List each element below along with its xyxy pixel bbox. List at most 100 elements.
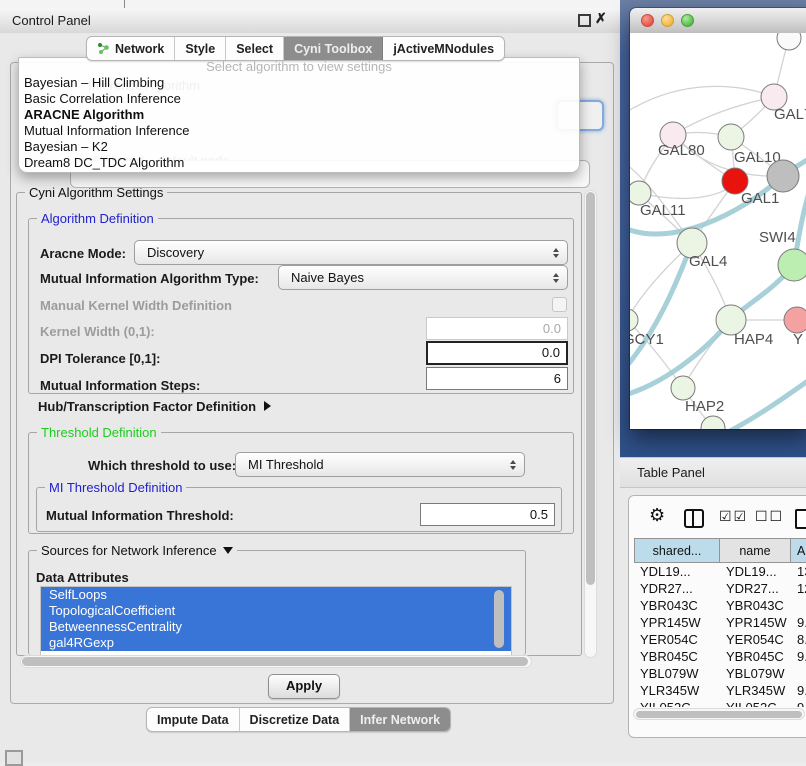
mi-type-combo[interactable]: Naive Bayes <box>278 265 568 290</box>
network-node[interactable] <box>777 33 801 50</box>
network-graph: GAL7GAL80GAL10GAL1GAL11SWI4GAL4GCY1HAP4Y… <box>630 33 806 429</box>
tab-infer-network[interactable]: Infer Network <box>350 708 450 731</box>
column-header-partial[interactable]: A <box>791 538 806 563</box>
which-threshold-combo[interactable]: MI Threshold <box>235 452 525 477</box>
sources-group-title: Sources for Network Inference <box>37 543 237 558</box>
tab-cyni-toolbox[interactable]: Cyni Toolbox <box>284 37 383 60</box>
tab-select[interactable]: Select <box>226 37 284 60</box>
restore-icon[interactable] <box>578 14 591 27</box>
table-row[interactable]: YDR27...YDR27...12 <box>634 580 806 597</box>
tab-network[interactable]: Network <box>87 37 175 60</box>
attribute-item-topologicalcoefficient[interactable]: TopologicalCoefficient <box>41 603 511 619</box>
table-row[interactable]: YPR145WYPR145W9. <box>634 614 806 631</box>
dpi-tolerance-field[interactable]: 0.0 <box>426 341 568 365</box>
kernel-width-label: Kernel Width (0,1): <box>40 324 155 339</box>
column-header-name[interactable]: name <box>720 538 791 563</box>
mac-minimize-icon[interactable] <box>661 14 674 27</box>
table-row[interactable]: YLR345WYLR345W9. <box>634 682 806 699</box>
columns-icon[interactable] <box>684 509 704 528</box>
table-cell: YER054C <box>720 631 791 648</box>
manual-kernel-checkbox[interactable] <box>552 297 567 312</box>
network-node-gal10[interactable] <box>718 124 744 150</box>
panel-tabbar: NetworkStyleSelectCyni ToolboxjActiveMNo… <box>86 36 505 61</box>
attr-list-scrollbar-thumb[interactable] <box>494 590 504 648</box>
algorithm-option-bayesian-hill-climbing[interactable]: Bayesian – Hill Climbing <box>19 75 579 91</box>
table-row[interactable]: YIL052CYIL052C9 <box>634 699 806 707</box>
gear-icon[interactable]: ⚙ <box>649 506 665 524</box>
settings-vscroll-thumb[interactable] <box>586 192 595 585</box>
network-canvas[interactable]: GAL7GAL80GAL10GAL1GAL11SWI4GAL4GCY1HAP4Y… <box>630 33 806 429</box>
column-header-shared-name[interactable]: shared... <box>634 538 720 563</box>
table-row[interactable]: YBL079WYBL079W <box>634 665 806 682</box>
table-cell: YPR145W <box>634 614 720 631</box>
table-cell: YBL079W <box>720 665 791 682</box>
network-node-label: GAL1 <box>741 190 779 207</box>
data-attributes-label: Data Attributes <box>36 570 129 585</box>
network-node-swi4[interactable] <box>778 249 806 281</box>
tab-impute-data[interactable]: Impute Data <box>147 708 240 731</box>
mi-type-value: Naive Bayes <box>291 270 364 285</box>
table-cell: YBR045C <box>634 648 720 665</box>
spinner-arrows-icon <box>553 273 559 283</box>
network-node-label: GCY1 <box>630 331 664 348</box>
network-window-titlebar[interactable] <box>630 8 806 34</box>
collapse-down-icon[interactable] <box>223 547 233 554</box>
table-cell <box>791 597 806 614</box>
network-node-label: Y <box>793 331 803 348</box>
unchecked-columns-icon[interactable]: ☐☐ <box>755 508 784 525</box>
table-cell <box>791 665 806 682</box>
hub-definition-label: Hub/Transcription Factor Definition <box>38 399 256 414</box>
table-row[interactable]: YDL19...YDL19...13 <box>634 563 806 580</box>
mi-steps-field[interactable]: 6 <box>426 367 568 390</box>
table-header: shared... name A <box>634 538 806 563</box>
table-row[interactable]: YER054CYER054C8. <box>634 631 806 648</box>
apply-button[interactable]: Apply <box>268 674 340 699</box>
table-cell: YDR27... <box>634 580 720 597</box>
table-cell: YIL052C <box>720 699 791 707</box>
checked-columns-icon[interactable]: ☑☑ <box>719 508 748 525</box>
table-cell: 9. <box>791 614 806 631</box>
attribute-item-betweennesscentrality[interactable]: BetweennessCentrality <box>41 619 511 635</box>
table-cell: 13 <box>791 563 806 580</box>
algorithm-option-mutual-information-inference[interactable]: Mutual Information Inference <box>19 123 579 139</box>
document-icon[interactable] <box>795 509 806 529</box>
table-row[interactable]: YBR043CYBR043C <box>634 597 806 614</box>
tab-jactivemnodules[interactable]: jActiveMNodules <box>383 37 504 60</box>
mac-close-icon[interactable] <box>641 14 654 27</box>
close-icon[interactable]: ✗ <box>595 10 607 27</box>
settings-hscroll-thumb[interactable] <box>22 657 528 666</box>
algorithm-option-bayesian-k2[interactable]: Bayesian – K2 <box>19 139 579 155</box>
network-node-y[interactable] <box>784 307 806 333</box>
mi-threshold-group-title: MI Threshold Definition <box>45 480 186 495</box>
table-cell: YLR345W <box>720 682 791 699</box>
network-node-gcy1[interactable] <box>630 309 638 331</box>
table-cell: YBR043C <box>634 597 720 614</box>
table-cell: YIL052C <box>634 699 720 707</box>
table-panel-container: ⚙ ☑☑ ☐☐ shared... name A YDL19...YDL19..… <box>628 495 806 738</box>
table-panel-titlebar: Table Panel <box>620 457 806 488</box>
tab-style[interactable]: Style <box>175 37 226 60</box>
mac-zoom-icon[interactable] <box>681 14 694 27</box>
aracne-mode-label: Aracne Mode: <box>40 246 126 261</box>
network-node-label: GAL7 <box>774 106 806 123</box>
table-row[interactable]: YBR045CYBR045C9. <box>634 648 806 665</box>
kernel-width-field[interactable]: 0.0 <box>426 317 568 340</box>
network-view-window[interactable]: GAL7GAL80GAL10GAL1GAL11SWI4GAL4GCY1HAP4Y… <box>630 8 806 429</box>
bottom-corner-icon[interactable] <box>5 750 23 766</box>
attribute-item-gal4rgexp[interactable]: gal4RGexp <box>41 635 511 651</box>
hub-definition-expander[interactable]: Hub/Transcription Factor Definition <box>38 399 271 414</box>
network-node-hap2[interactable] <box>671 376 695 400</box>
network-node[interactable] <box>767 160 799 192</box>
aracne-mode-combo[interactable]: Discovery <box>134 240 568 265</box>
mi-threshold-field[interactable]: 0.5 <box>420 503 555 526</box>
algorithm-option-dream8-dc-tdc-algorithm[interactable]: Dream8 DC_TDC Algorithm <box>19 155 579 171</box>
algorithm-option-aracne-algorithm[interactable]: ARACNE Algorithm <box>19 107 579 123</box>
which-threshold-value: MI Threshold <box>248 457 324 472</box>
algorithm-option-basic-correlation-inference[interactable]: Basic Correlation Inference <box>19 91 579 107</box>
table-hscroll-thumb[interactable] <box>636 711 802 718</box>
network-node-label: HAP4 <box>734 331 773 348</box>
table-cell: YDL19... <box>720 563 791 580</box>
tab-discretize-data[interactable]: Discretize Data <box>240 708 351 731</box>
attribute-item-selfloops[interactable]: SelfLoops <box>41 587 511 603</box>
cyni-bottom-tabbar: Impute DataDiscretize DataInfer Network <box>146 707 451 732</box>
